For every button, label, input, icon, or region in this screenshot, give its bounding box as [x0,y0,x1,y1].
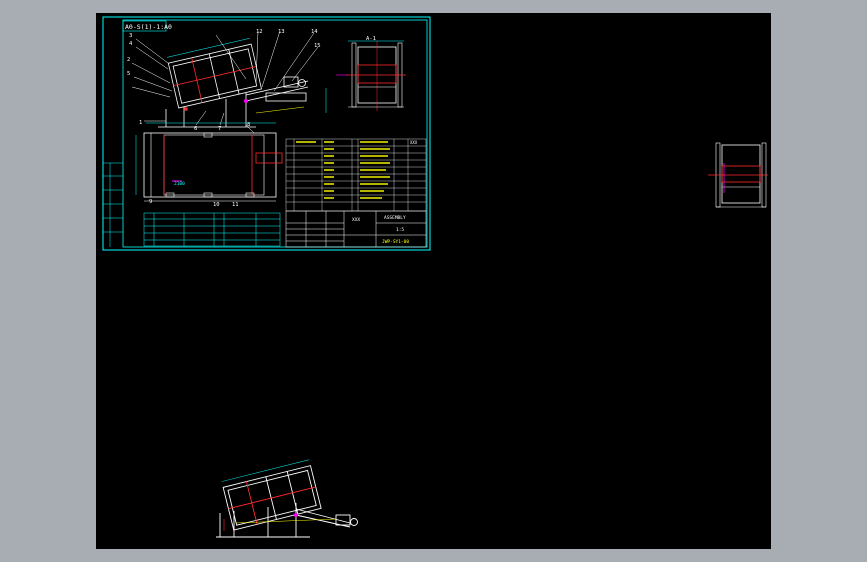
balloon-5: 5 [127,71,130,77]
view-title: A0-S(1)-1:A0 [125,23,172,31]
floating-section-view[interactable] [708,142,768,208]
balloon-3: 3 [129,33,132,39]
title-block-drawing-no: JWP-SY1-00 [382,239,409,245]
parts-list-header: XXX [410,140,418,145]
section-view: A-1 [336,36,406,111]
balloon-2: 2 [127,57,130,63]
dimension-label: 2100 [174,181,185,187]
parts-list [285,138,427,212]
sheet-outer-border [102,16,431,251]
floating-assembly-view[interactable] [216,459,358,538]
drawing-sheet: A0-S(1)-1:A0 3 4 2 5 1 6 7 8 12 13 14 15… [102,16,431,251]
balloon-10: 10 [213,202,220,208]
balloon-12: 12 [256,29,263,35]
balloon-7: 7 [218,126,221,132]
balloon-14: 14 [311,29,318,35]
notes-table [143,212,281,247]
cad-window: A0-S(1)-1:A0 3 4 2 5 1 6 7 8 12 13 14 15… [0,0,867,562]
cad-drawing: A0-S(1)-1:A0 3 4 2 5 1 6 7 8 12 13 14 15… [102,16,768,538]
title-block-designer: XXX [352,217,360,223]
drawing-canvas[interactable]: A0-S(1)-1:A0 3 4 2 5 1 6 7 8 12 13 14 15… [96,13,771,549]
balloon-4: 4 [129,41,133,47]
balloon-1: 1 [139,120,142,126]
balloon-6: 6 [194,126,197,132]
title-block-code: ASSEMBLY [384,215,406,221]
plan-view: 2100 9 10 11 [135,122,283,208]
balloon-11: 11 [232,202,239,208]
revision-strip [103,162,123,247]
parts-list-text: XXX [296,140,418,199]
assembly-view-tilted [131,30,327,128]
title-block-scale: 1:5 [396,227,404,233]
balloon-9: 9 [149,199,152,205]
balloon-13: 13 [278,29,285,35]
balloon-15: 15 [314,43,321,49]
